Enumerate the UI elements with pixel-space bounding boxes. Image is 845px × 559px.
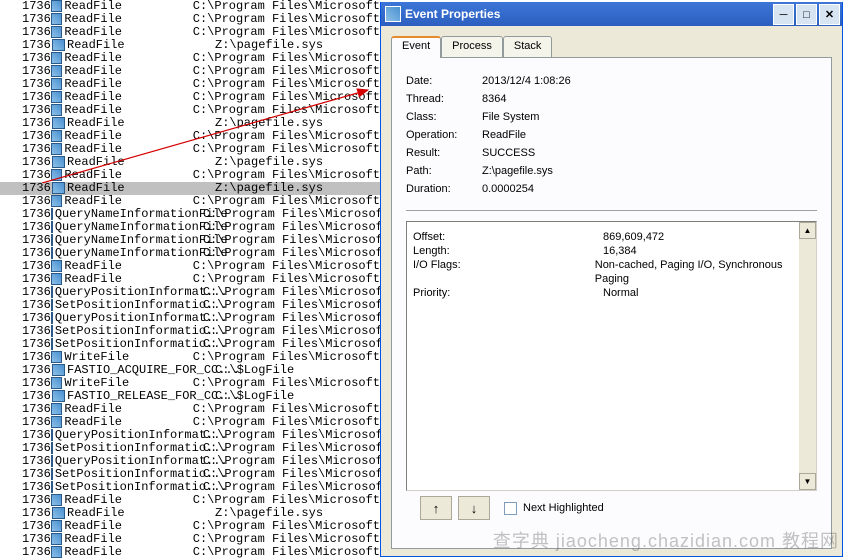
operation-icon xyxy=(51,416,63,428)
label-operation: Operation: xyxy=(406,129,482,141)
table-row[interactable]: 1736ReadFileC:\Program Files\Microsoft xyxy=(0,169,380,182)
next-event-button[interactable]: ↓ xyxy=(458,496,490,520)
label-date: Date: xyxy=(406,75,482,87)
window-title: Event Properties xyxy=(405,7,500,21)
value-ioflags: Non-cached, Paging I/O, Synchronous Pagi… xyxy=(595,258,810,286)
tab-bar: Event Process Stack xyxy=(391,36,842,58)
tab-stack[interactable]: Stack xyxy=(503,36,553,58)
arrow-down-icon: ↓ xyxy=(471,501,478,516)
label-length: Length: xyxy=(413,244,603,258)
operation-icon xyxy=(51,195,63,207)
close-button[interactable]: ✕ xyxy=(819,4,840,25)
operation-icon xyxy=(51,65,63,77)
value-operation: ReadFile xyxy=(482,129,526,141)
operation-icon xyxy=(52,156,65,168)
operation-icon xyxy=(51,130,63,142)
operation-icon xyxy=(51,546,63,558)
next-highlighted-label: Next Highlighted xyxy=(523,502,604,514)
operation-icon xyxy=(52,39,65,51)
operation-icon xyxy=(52,364,65,376)
value-path: Z:\pagefile.sys xyxy=(482,165,553,177)
tab-page-event: Date:2013/12/4 1:08:26 Thread:8364 Class… xyxy=(391,57,832,549)
operation-icon xyxy=(51,0,63,12)
scroll-down-icon[interactable]: ▼ xyxy=(799,473,816,490)
operation-cell: ReadFile xyxy=(62,546,192,559)
tab-event[interactable]: Event xyxy=(391,36,441,58)
operation-icon xyxy=(52,117,65,129)
value-thread: 8364 xyxy=(482,93,506,105)
operation-icon xyxy=(51,377,63,389)
value-class: File System xyxy=(482,111,539,123)
operation-icon xyxy=(51,13,63,25)
label-offset: Offset: xyxy=(413,230,603,244)
operation-icon xyxy=(51,520,63,532)
operation-icon xyxy=(52,507,65,519)
arrow-up-icon: ↑ xyxy=(433,501,440,516)
label-duration: Duration: xyxy=(406,183,482,195)
operation-icon xyxy=(52,182,65,194)
minimize-button[interactable]: ─ xyxy=(773,4,794,25)
operation-icon xyxy=(51,91,63,103)
table-row[interactable]: 1736 ReadFileC:\Program Files\Microsoft xyxy=(0,546,380,559)
value-result: SUCCESS xyxy=(482,147,535,159)
value-offset: 869,609,472 xyxy=(603,230,664,244)
value-duration: 0.0000254 xyxy=(482,183,534,195)
operation-icon xyxy=(51,403,63,415)
value-priority: Normal xyxy=(603,286,638,300)
value-length: 16,384 xyxy=(603,244,637,258)
operation-icon xyxy=(51,26,63,38)
app-icon xyxy=(385,6,401,22)
prev-event-button[interactable]: ↑ xyxy=(420,496,452,520)
titlebar[interactable]: Event Properties ─ □ ✕ xyxy=(381,2,842,26)
label-path: Path: xyxy=(406,165,482,177)
operation-icon xyxy=(52,390,65,402)
label-result: Result: xyxy=(406,147,482,159)
operation-icon xyxy=(51,351,63,363)
table-row[interactable]: 1736ReadFileC:\Program Files\Microsoft xyxy=(0,143,380,156)
operation-icon xyxy=(51,260,63,272)
maximize-button[interactable]: □ xyxy=(796,4,817,25)
bottom-bar: ↑ ↓ Next Highlighted xyxy=(406,491,817,525)
operation-icon xyxy=(51,533,63,545)
event-properties-window: Event Properties ─ □ ✕ Event Process Sta… xyxy=(380,2,843,557)
label-ioflags: I/O Flags: xyxy=(413,258,595,286)
table-row[interactable]: 1736ReadFileC:\Program Files\Microsoft xyxy=(0,26,380,39)
label-class: Class: xyxy=(406,111,482,123)
table-row[interactable]: 1736ReadFileC:\Program Files\Microsoft xyxy=(0,104,380,117)
table-row[interactable]: 1736ReadFileC:\Program Files\Microsoft xyxy=(0,494,380,507)
tab-process[interactable]: Process xyxy=(441,36,503,58)
label-priority: Priority: xyxy=(413,286,603,300)
details-box: Offset:869,609,472 Length:16,384 I/O Fla… xyxy=(406,221,817,491)
operation-icon xyxy=(51,273,63,285)
operation-icon xyxy=(51,494,63,506)
separator xyxy=(406,210,817,211)
details-scrollbar[interactable]: ▲ ▼ xyxy=(799,222,816,490)
value-date: 2013/12/4 1:08:26 xyxy=(482,75,571,87)
operation-icon xyxy=(51,78,63,90)
path-cell: C:\Program Files\Microsoft xyxy=(193,546,380,559)
label-thread: Thread: xyxy=(406,93,482,105)
operation-icon xyxy=(51,169,63,181)
scroll-up-icon[interactable]: ▲ xyxy=(799,222,816,239)
pid-cell: 1736 xyxy=(0,546,51,559)
event-list[interactable]: 1736ReadFileC:\Program Files\Microsoft17… xyxy=(0,0,380,559)
next-highlighted-checkbox[interactable] xyxy=(504,502,517,515)
operation-icon xyxy=(51,52,63,64)
operation-icon xyxy=(51,104,63,116)
watermark: 查字典 jiaocheng.chazidian.com 教程网 xyxy=(493,527,839,553)
operation-icon xyxy=(51,143,63,155)
